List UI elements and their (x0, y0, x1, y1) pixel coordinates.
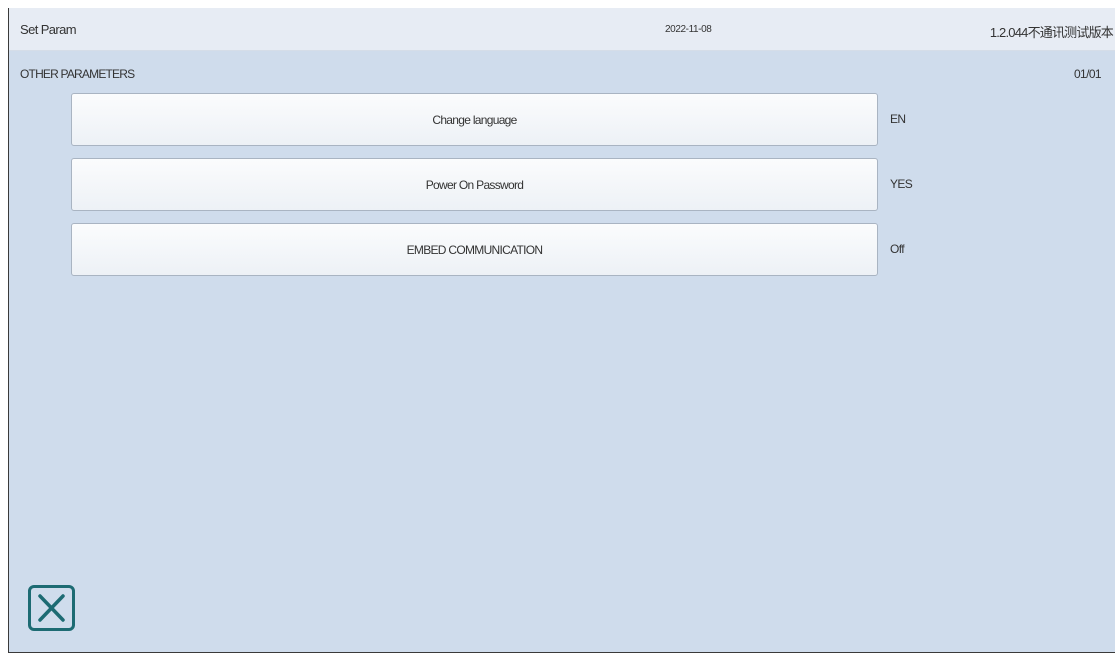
embed-communication-value: Off (890, 242, 905, 256)
header-bar: Set Param 2022-11-08 1.2.044不通讯测试版本 (9, 8, 1115, 51)
version-label: 1.2.044不通讯测试版本 (989, 25, 1114, 40)
page-title: Set Param (20, 22, 77, 37)
language-value: EN (890, 112, 906, 126)
close-button[interactable] (28, 585, 75, 631)
header-date: 2022-11-08 (665, 24, 712, 35)
power-on-password-button[interactable]: Power On Password (71, 158, 878, 211)
power-on-password-value: YES (890, 177, 913, 191)
section-title: OTHER PARAMETERS (20, 67, 135, 81)
page-indicator: 01/01 (1073, 67, 1102, 81)
close-icon (38, 594, 65, 622)
change-language-button[interactable]: Change language (71, 93, 878, 146)
settings-screen: Set Param 2022-11-08 1.2.044不通讯测试版本 OTHE… (8, 8, 1115, 653)
embed-communication-button[interactable]: EMBED COMMUNICATION (71, 223, 878, 276)
